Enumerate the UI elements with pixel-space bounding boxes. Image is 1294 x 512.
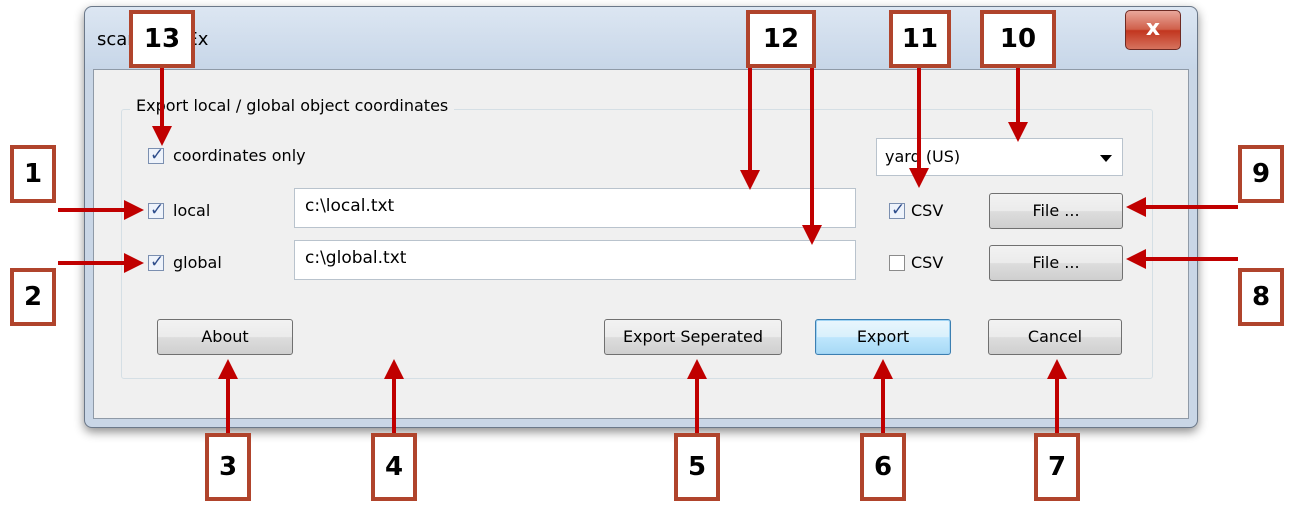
annotation-arrows (58, 66, 1238, 433)
callout-6: 6 (860, 433, 906, 501)
callout-9: 9 (1238, 145, 1284, 203)
callout-1: 1 (10, 145, 56, 203)
callout-5: 5 (674, 433, 720, 501)
callout-11: 11 (889, 10, 951, 68)
callout-10: 10 (980, 10, 1056, 68)
callout-12: 12 (746, 10, 816, 68)
callout-2: 2 (10, 268, 56, 326)
callout-3: 3 (205, 433, 251, 501)
callout-8: 8 (1238, 268, 1284, 326)
callout-13: 13 (129, 10, 195, 68)
callout-7: 7 (1034, 433, 1080, 501)
callout-4: 4 (371, 433, 417, 501)
